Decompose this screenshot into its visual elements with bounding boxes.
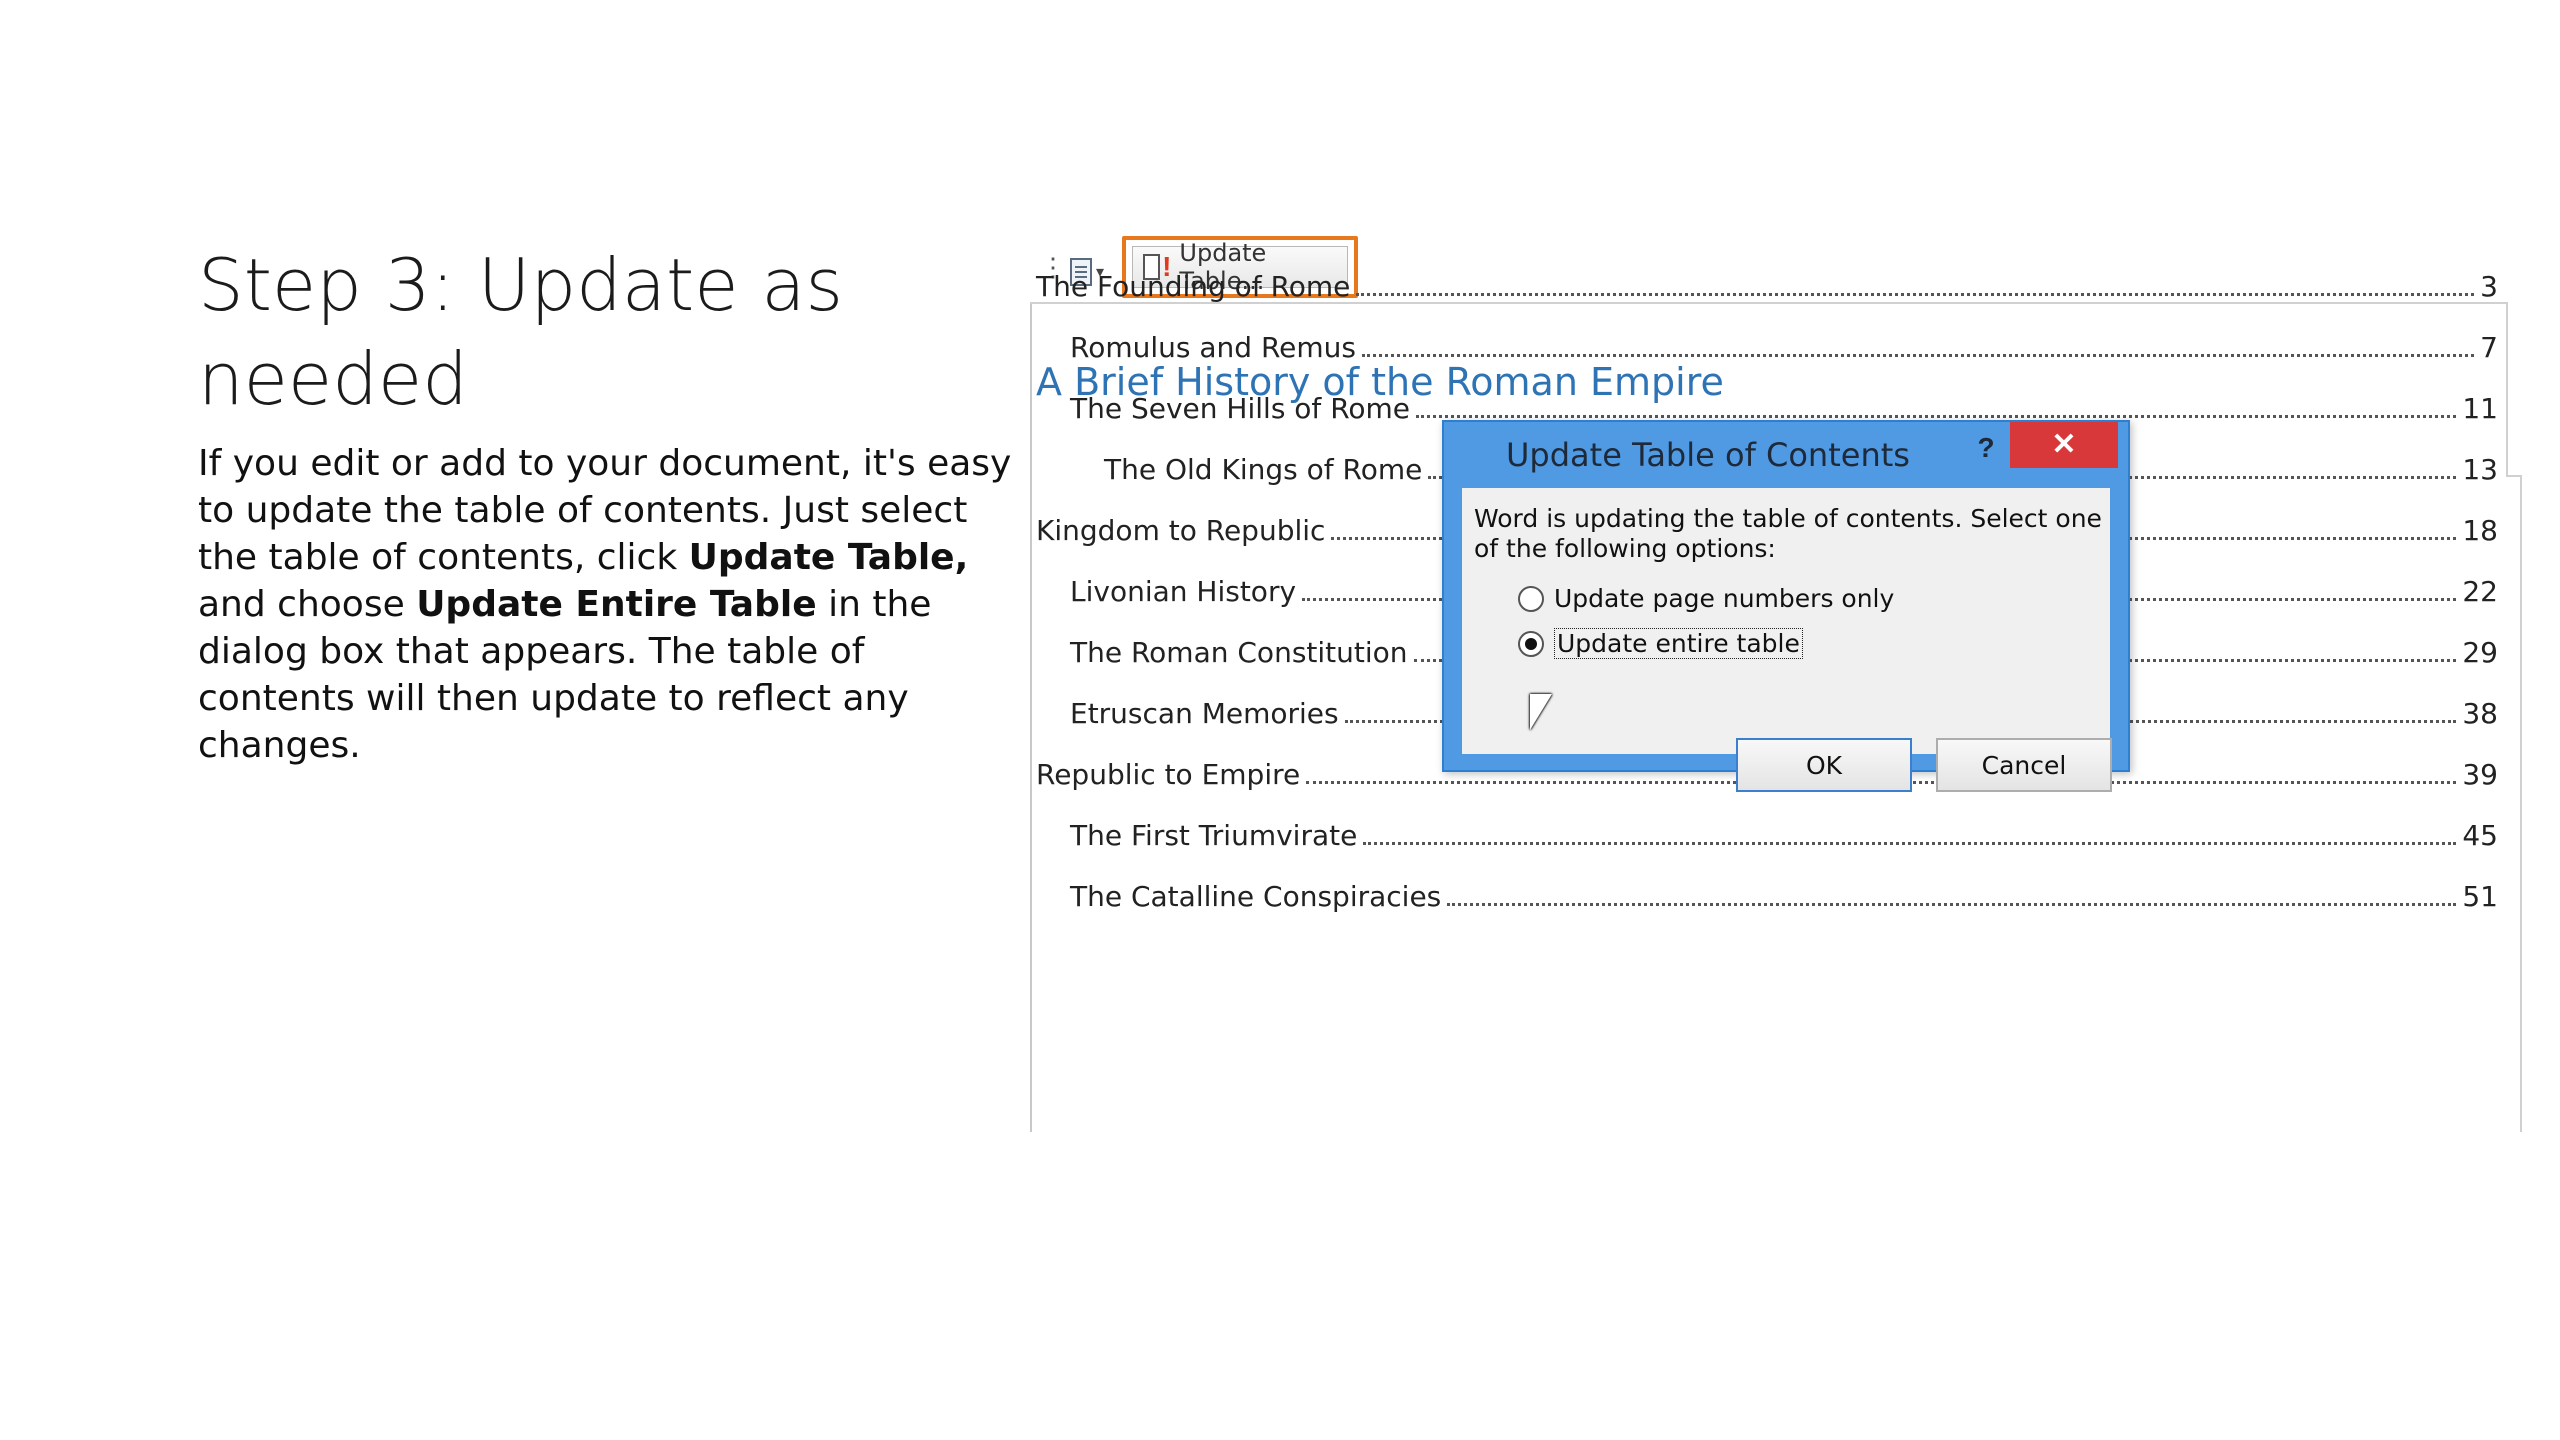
dialog-title: Update Table of Contents [1506, 436, 1910, 474]
radio-page-numbers[interactable] [1518, 585, 1544, 612]
toc-leader-dots [1447, 881, 2457, 906]
toc-page-number: 13 [2462, 453, 2498, 486]
toc-page-number: 18 [2462, 514, 2498, 547]
toc-entry-text: Romulus and Remus [1070, 331, 1356, 364]
toc-page-number: 22 [2462, 575, 2498, 608]
close-button[interactable]: ✕ [2010, 422, 2118, 468]
slide-body: If you edit or add to your document, it'… [198, 440, 1018, 769]
toc-leader-dots [1361, 332, 2475, 357]
toc-page-number: 29 [2462, 636, 2498, 669]
toc-entry-text: The First Triumvirate [1070, 819, 1358, 852]
toc-entry[interactable]: Romulus and Remus 7 [1070, 331, 2498, 371]
ok-button[interactable]: OK [1736, 738, 1912, 792]
toc-page-number: 39 [2462, 758, 2498, 791]
document-right-edge-lower [2520, 477, 2522, 1132]
option-entire-table-label[interactable]: Update entire table [1554, 628, 1803, 659]
document-left-edge [1030, 302, 1032, 1132]
toc-page-number: 3 [2480, 270, 2498, 303]
toc-entry-text: The Catalline Conspiracies [1070, 880, 1442, 913]
toc-entry-text: Etruscan Memories [1070, 697, 1339, 730]
update-toc-dialog: Update Table of Contents ? ✕ Word is upd… [1442, 420, 2130, 792]
word-screenshot: ⋮ ▾ ! Update Table... A Brief History of… [1030, 232, 2530, 1132]
toc-entry[interactable]: The First Triumvirate 45 [1070, 819, 2498, 859]
toc-entry-text: Livonian History [1070, 575, 1297, 608]
option-entire-table[interactable]: Update entire table [1518, 628, 1803, 659]
option-page-numbers-label[interactable]: Update page numbers only [1554, 584, 1894, 613]
toc-entry-text: Republic to Empire [1036, 758, 1301, 791]
toc-entry-text: The Roman Constitution [1070, 636, 1408, 669]
toc-leader-dots [1356, 271, 2475, 296]
toc-page-number: 45 [2462, 819, 2498, 852]
slide-title: Step 3: Update as needed [198, 243, 844, 421]
help-icon[interactable]: ? [1966, 428, 2006, 468]
toc-leader-dots [1363, 820, 2457, 845]
radio-entire-table[interactable] [1518, 630, 1544, 657]
document-right-edge [2506, 302, 2508, 477]
toc-entry[interactable]: The Catalline Conspiracies 51 [1070, 880, 2498, 920]
body-text-2: and choose [198, 584, 417, 625]
option-page-numbers[interactable]: Update page numbers only [1518, 584, 1894, 613]
toc-page-number: 38 [2462, 697, 2498, 730]
toc-leader-dots [1416, 393, 2457, 418]
body-bold-update-table: Update Table, [688, 537, 969, 578]
body-bold-update-entire-table: Update Entire Table [416, 584, 817, 625]
mouse-cursor-icon [1530, 694, 1552, 730]
cancel-button[interactable]: Cancel [1936, 738, 2112, 792]
toc-entry-text: The Seven Hills of Rome [1070, 392, 1411, 425]
toc-page-number: 51 [2462, 880, 2498, 913]
toc-page-number: 11 [2462, 392, 2498, 425]
toc-entry-text: Kingdom to Republic [1036, 514, 1326, 547]
toc-entry-text: The Founding of Rome [1036, 270, 1351, 303]
toc-entry-text: The Old Kings of Rome [1104, 453, 1423, 486]
toc-entry[interactable]: The Founding of Rome 3 [1036, 270, 2498, 310]
dialog-body: Word is updating the table of contents. … [1462, 488, 2112, 792]
dialog-message: Word is updating the table of contents. … [1474, 504, 2102, 563]
toc-page-number: 7 [2480, 331, 2498, 364]
